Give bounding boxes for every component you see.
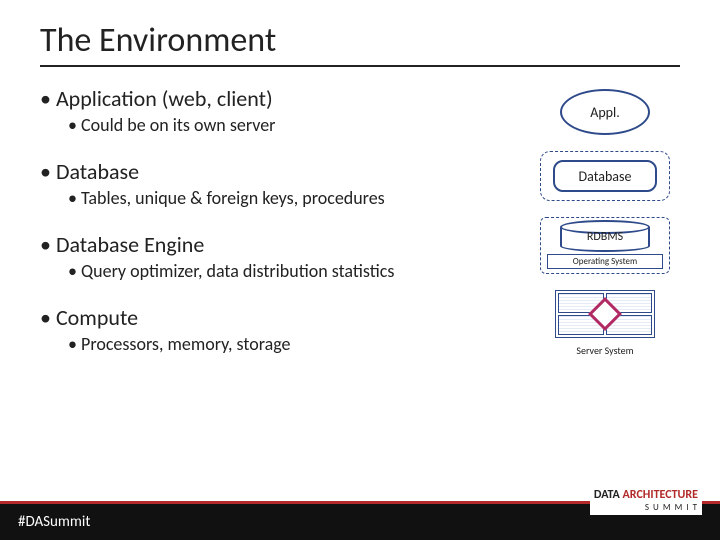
bullet-list: Application (web, client) Could be on it… xyxy=(40,85,530,377)
bullet-compute-sub: Processors, memory, storage xyxy=(68,333,520,355)
bullet-compute: Compute xyxy=(40,304,520,331)
footer-hashtag: #DASummit xyxy=(18,513,90,531)
logo-architecture: ARCHITECTURE xyxy=(623,488,698,502)
chip-icon xyxy=(558,293,604,313)
diagram-database-label: Database xyxy=(579,168,632,185)
chip-icon xyxy=(606,315,652,335)
content-row: Application (web, client) Could be on it… xyxy=(40,85,680,377)
logo-data: DATA xyxy=(594,488,620,502)
footer-logo: DATA ARCHITECTURE S U M M I T xyxy=(590,486,702,515)
diagram-database-container: Database xyxy=(540,151,670,201)
diagram-server-label: Server System xyxy=(576,344,633,357)
diagram-rdbms-container: RDBMS Operating System xyxy=(540,217,670,274)
bullet-database-sub: Tables, unique & foreign keys, procedure… xyxy=(68,187,520,209)
diagram-os-box: Operating System xyxy=(547,254,663,269)
diagram-application: Appl. xyxy=(560,89,650,135)
bullet-engine-sub: Query optimizer, data distribution stati… xyxy=(68,260,520,282)
footer: #DASummit DATA ARCHITECTURE S U M M I T xyxy=(0,504,720,540)
bullet-application-sub: Could be on its own server xyxy=(68,114,520,136)
bullet-database: Database xyxy=(40,158,520,185)
diagram-application-label: Appl. xyxy=(590,104,620,121)
chip-icon xyxy=(606,293,652,313)
diagram-server xyxy=(555,290,655,338)
diagram-database: Database xyxy=(553,160,657,192)
bullet-engine: Database Engine xyxy=(40,231,520,258)
diagram-column: Appl. Database RDBMS Operating System xyxy=(530,85,680,377)
slide: The Environment Application (web, client… xyxy=(0,0,720,540)
diagram-rdbms-label: RDBMS xyxy=(587,230,623,244)
logo-summit: S U M M I T xyxy=(594,502,698,513)
chip-icon xyxy=(558,315,604,335)
bullet-application: Application (web, client) xyxy=(40,85,520,112)
diagram-rdbms-cylinder: RDBMS xyxy=(560,222,650,252)
page-title: The Environment xyxy=(40,20,680,67)
diagram-server-wrap: Server System xyxy=(555,290,655,357)
